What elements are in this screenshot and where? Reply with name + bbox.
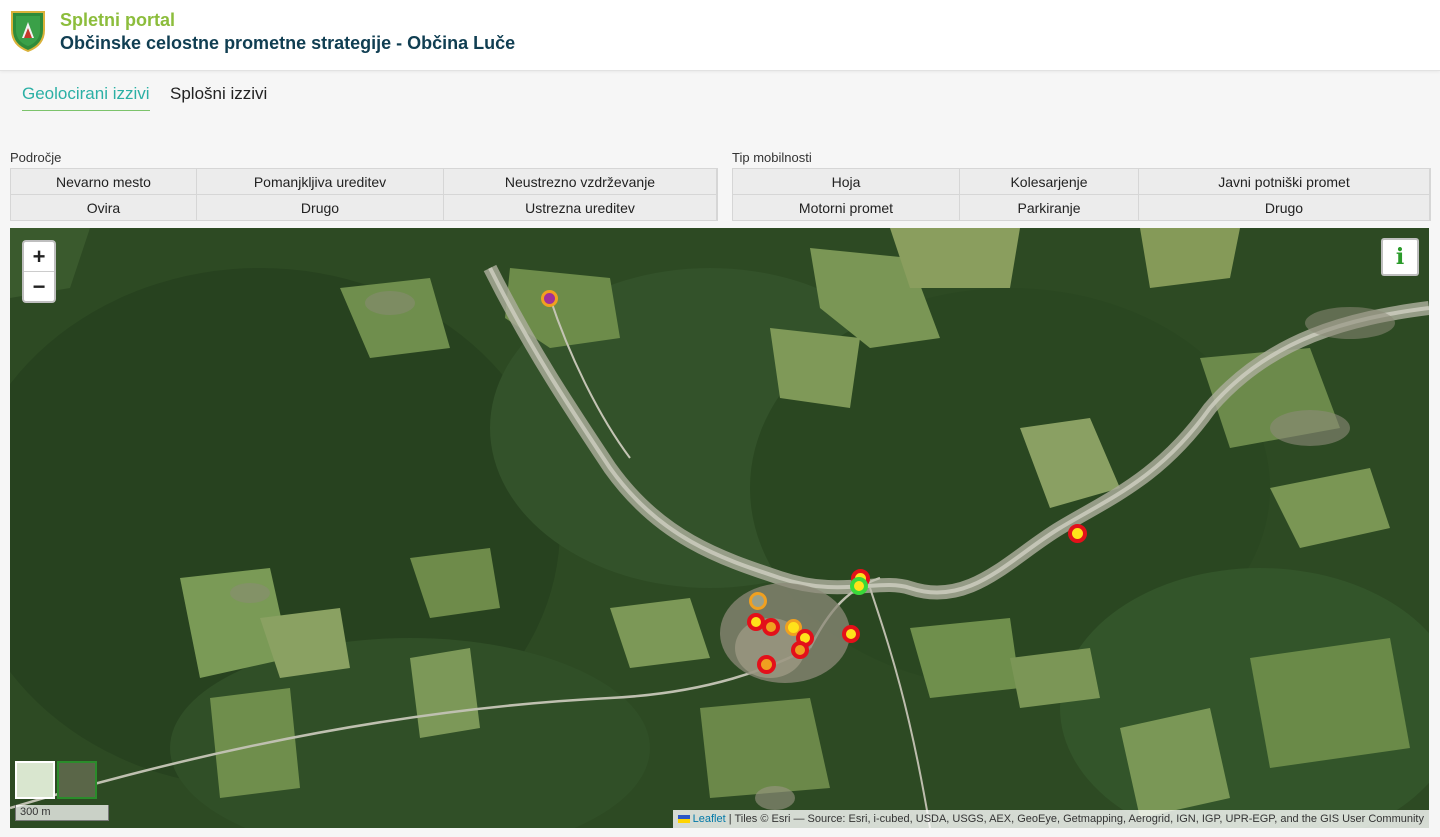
portal-subtitle: Občinske celostne prometne strategije - … bbox=[60, 33, 516, 53]
challenge-marker[interactable] bbox=[757, 655, 776, 674]
mobility-filter-walking[interactable]: Hoja bbox=[733, 169, 959, 194]
challenge-marker[interactable] bbox=[850, 577, 868, 595]
coat-of-arms-icon bbox=[11, 11, 45, 52]
mobility-filter-cycling[interactable]: Kolesarjenje bbox=[960, 169, 1138, 194]
mobility-filter-group: Hoja Kolesarjenje Javni potniški promet … bbox=[732, 168, 1431, 221]
tab-general-challenges[interactable]: Splošni izzivi bbox=[170, 84, 267, 110]
portal-title: Spletni portal bbox=[60, 10, 176, 30]
basemap-switch-satellite[interactable] bbox=[57, 761, 97, 799]
mobility-filter-label: Tip mobilnosti bbox=[732, 150, 812, 165]
map-scale: 300 m bbox=[15, 805, 109, 821]
challenge-marker[interactable] bbox=[541, 290, 558, 307]
area-filter-other[interactable]: Drugo bbox=[197, 195, 443, 220]
ukraine-flag-icon bbox=[677, 815, 690, 824]
challenge-marker[interactable] bbox=[749, 592, 767, 610]
mobility-filter-public-transport[interactable]: Javni potniški promet bbox=[1139, 169, 1429, 194]
zoom-in-button[interactable]: + bbox=[24, 242, 54, 271]
area-filter-dangerous-spot[interactable]: Nevarno mesto bbox=[11, 169, 196, 194]
leaflet-link[interactable]: Leaflet bbox=[693, 813, 726, 825]
area-filter-group: Nevarno mesto Pomanjkljiva ureditev Neus… bbox=[10, 168, 718, 221]
satellite-imagery bbox=[10, 228, 1429, 828]
zoom-control: + − bbox=[22, 240, 56, 303]
site-header: Spletni portal Občinske celostne prometn… bbox=[0, 0, 1440, 71]
mobility-filter-motor-traffic[interactable]: Motorni promet bbox=[733, 195, 959, 220]
info-button[interactable]: i bbox=[1381, 238, 1419, 276]
attribution-text: | Tiles © Esri — Source: Esri, i-cubed, … bbox=[725, 813, 1424, 825]
challenge-marker[interactable] bbox=[791, 641, 809, 659]
zoom-out-button[interactable]: − bbox=[24, 271, 54, 301]
area-filter-poor-maintenance[interactable]: Neustrezno vzdrževanje bbox=[444, 169, 716, 194]
info-icon: i bbox=[1395, 244, 1405, 270]
challenge-marker[interactable] bbox=[762, 618, 780, 636]
mobility-filter-parking[interactable]: Parkiranje bbox=[960, 195, 1138, 220]
challenge-marker[interactable] bbox=[1068, 524, 1087, 543]
area-filter-deficient-arrangement[interactable]: Pomanjkljiva ureditev bbox=[197, 169, 443, 194]
map-attribution: Leaflet | Tiles © Esri — Source: Esri, i… bbox=[672, 810, 1429, 828]
area-filter-label: Področje bbox=[10, 150, 62, 165]
area-filter-adequate-arrangement[interactable]: Ustrezna ureditev bbox=[444, 195, 716, 220]
challenge-marker[interactable] bbox=[842, 625, 860, 643]
area-filter-obstacle[interactable]: Ovira bbox=[11, 195, 196, 220]
tab-geolocated-challenges[interactable]: Geolocirani izzivi bbox=[22, 84, 150, 111]
mobility-filter-other[interactable]: Drugo bbox=[1139, 195, 1429, 220]
basemap-switch-map[interactable] bbox=[15, 761, 55, 799]
map-view[interactable]: + − i 300 m Leaflet | Tiles © Esri — Sou… bbox=[10, 228, 1429, 828]
